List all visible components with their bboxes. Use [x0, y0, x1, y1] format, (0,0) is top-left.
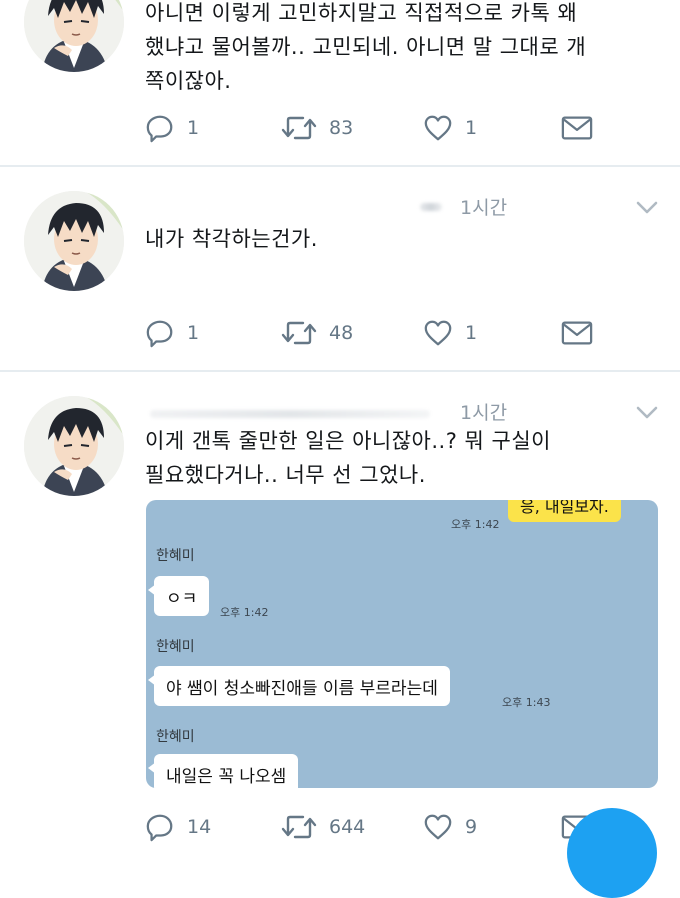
- like-count: 1: [465, 322, 478, 344]
- direct-message-button[interactable]: [561, 317, 593, 349]
- retweet-button[interactable]: 644: [281, 811, 365, 843]
- reply-count: 1: [187, 322, 200, 344]
- heart-icon: [423, 113, 453, 143]
- sender-name: 한혜미: [156, 639, 195, 655]
- reply-button[interactable]: 1: [145, 112, 199, 144]
- like-button[interactable]: 1: [423, 112, 477, 144]
- reply-icon: [145, 113, 175, 143]
- envelope-icon: [561, 319, 593, 347]
- like-count: 9: [465, 816, 478, 838]
- message-bubble: ㅇㅋ: [147, 576, 210, 616]
- heart-icon: [423, 318, 453, 348]
- retweet-icon: [281, 811, 317, 843]
- attached-chat-image[interactable]: 응, 내일보자. 오후 1:42 한혜미 ㅇㅋ 오후 1:42 한혜미 야 쌤이…: [146, 500, 658, 788]
- retweet-icon: [281, 112, 317, 144]
- user-name-redacted: [420, 203, 442, 211]
- divider: [0, 370, 680, 372]
- retweet-count: 48: [329, 322, 354, 344]
- avatar[interactable]: [24, 396, 124, 496]
- tweet-actions: 14 644 9: [145, 811, 615, 843]
- message-bubble: 야 쌤이 청소빠진애들 이름 부르라는데: [148, 666, 450, 706]
- retweet-button[interactable]: 83: [281, 112, 353, 144]
- my-message-bubble: 응, 내일보자.: [508, 500, 621, 522]
- divider: [0, 165, 680, 167]
- user-name-redacted: [150, 410, 430, 418]
- retweet-count: 83: [329, 117, 354, 139]
- message-time: 오후 1:42: [220, 606, 269, 619]
- retweet-icon: [281, 317, 317, 349]
- reply-count: 14: [187, 816, 212, 838]
- avatar[interactable]: [24, 191, 124, 291]
- message-time: 오후 1:42: [451, 518, 500, 531]
- reply-icon: [145, 318, 175, 348]
- chevron-down-icon[interactable]: [636, 406, 658, 420]
- tweet-text: 이게 갠톡 줄만한 일은 아니잖아..? 뭐 구실이 필요했다거나.. 너무 선…: [145, 429, 551, 487]
- reply-icon: [145, 812, 175, 842]
- message-bubble: 내일은 꼭 나오셈: [147, 754, 299, 788]
- retweet-button[interactable]: 48: [281, 317, 353, 349]
- message-time: 오후 1:43: [502, 696, 551, 709]
- reply-count: 1: [187, 117, 200, 139]
- retweet-count: 644: [329, 816, 366, 838]
- tweet-text: 내가 착각하는건가.: [145, 227, 318, 251]
- avatar-image: [24, 396, 124, 496]
- tweet-time: 1시간: [460, 402, 508, 424]
- avatar-image: [24, 0, 124, 72]
- sender-name: 한혜미: [156, 729, 195, 745]
- like-button[interactable]: 1: [423, 317, 477, 349]
- avatar-image: [24, 191, 124, 291]
- heart-icon: [423, 812, 453, 842]
- tweet-time: 1시간: [460, 197, 508, 219]
- avatar[interactable]: [24, 0, 124, 72]
- like-button[interactable]: 9: [423, 811, 477, 843]
- reply-button[interactable]: 14: [145, 811, 211, 843]
- sender-name: 한혜미: [156, 548, 195, 564]
- tweet-actions: 1 48 1: [145, 317, 615, 349]
- compose-tweet-button[interactable]: [567, 808, 657, 898]
- tweet-actions: 1 83 1: [145, 112, 615, 144]
- envelope-icon: [561, 114, 593, 142]
- reply-button[interactable]: 1: [145, 317, 199, 349]
- like-count: 1: [465, 117, 478, 139]
- chevron-down-icon[interactable]: [636, 201, 658, 215]
- direct-message-button[interactable]: [561, 112, 593, 144]
- tweet-text: 아니면 이렇게 고민하지말고 직접적으로 카톡 왜 했냐고 물어볼까.. 고민되…: [145, 1, 587, 93]
